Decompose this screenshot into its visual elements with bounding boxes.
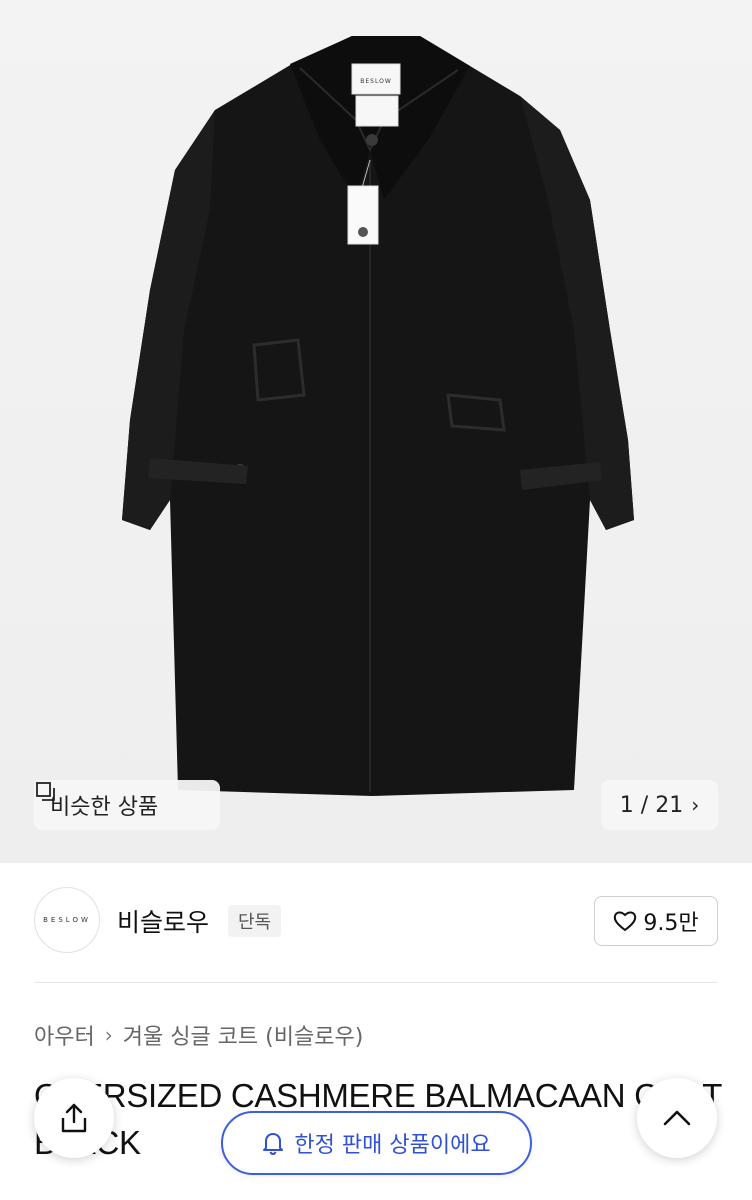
- exclusive-badge: 단독: [228, 905, 282, 937]
- share-icon: [61, 1103, 87, 1133]
- like-count: 9.5만: [643, 911, 699, 936]
- brand-row: BESLOW 비슬로우 단독 9.5만: [0, 885, 752, 957]
- heart-icon: [614, 911, 637, 932]
- coat-brand-tag: BESLOW: [360, 78, 392, 85]
- scroll-to-top-button[interactable]: [637, 1078, 717, 1158]
- share-button[interactable]: [34, 1078, 114, 1158]
- product-image-gallery[interactable]: BESLOW 비슷한 상품 1 / 21 ›: [0, 0, 752, 863]
- brand-name[interactable]: 비슬로우: [117, 903, 209, 939]
- divider: [34, 982, 718, 983]
- coat-image: BESLOW: [0, 0, 752, 863]
- breadcrumb-subcategory[interactable]: 겨울 싱글 코트 (비슬로우): [123, 1019, 364, 1051]
- copy-squares-icon: [36, 782, 55, 801]
- like-button[interactable]: 9.5만: [594, 896, 718, 946]
- brand-logo[interactable]: BESLOW: [34, 887, 100, 953]
- image-counter: 1 / 21: [619, 792, 684, 818]
- limited-sale-banner[interactable]: 한정 판매 상품이에요: [221, 1111, 532, 1175]
- chevron-right-icon: ›: [691, 793, 700, 817]
- breadcrumb: 아우터 › 겨울 싱글 코트 (비슬로우): [34, 1019, 363, 1051]
- chevron-right-icon: ›: [104, 1023, 113, 1047]
- chevron-up-icon: [663, 1110, 691, 1126]
- similar-products-button[interactable]: 비슷한 상품: [34, 780, 220, 830]
- breadcrumb-category[interactable]: 아우터: [34, 1019, 95, 1051]
- exclusive-badge-label: 단독: [238, 912, 272, 933]
- brand-logo-text: BESLOW: [43, 916, 91, 924]
- image-counter-button[interactable]: 1 / 21 ›: [601, 780, 718, 830]
- limited-sale-label: 한정 판매 상품이에요: [294, 1133, 491, 1158]
- similar-products-label: 비슷한 상품: [50, 795, 159, 820]
- bell-icon: [263, 1133, 284, 1155]
